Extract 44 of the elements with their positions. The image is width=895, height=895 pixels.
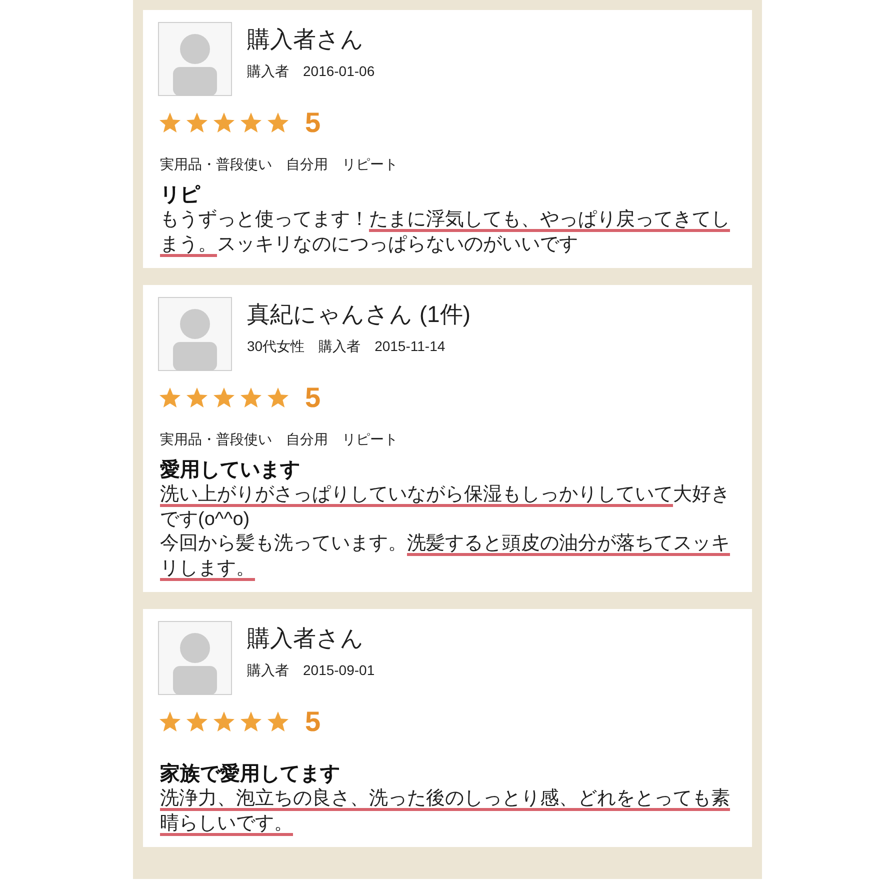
review-text: もうずっと使ってます！たまに浮気しても、やっぱり戻ってきてしまう。スッキリなのにつっぱらないのがいいです: [159, 208, 731, 256]
review-title: 家族で愛用してます: [159, 762, 341, 787]
star-icon: [266, 386, 290, 410]
star-icon: [239, 386, 263, 410]
review-meta-text: 2015-11-14: [374, 337, 446, 356]
review-title: リピ: [159, 183, 202, 208]
usage-label: リピート: [342, 430, 398, 449]
review-text: 洗い上がりがさっぱりしていながら保湿もしっかりしていて大好きです(o^^o): [159, 483, 731, 532]
usage-label: 自分用: [286, 430, 328, 449]
review-meta-text: 購入者: [247, 661, 289, 680]
avatar-silhouette-icon: [158, 297, 232, 371]
review-title: 愛用しています: [159, 458, 301, 483]
star-icon: [185, 710, 209, 734]
avatar-silhouette-icon: [158, 22, 232, 96]
rating-score: 5: [305, 384, 321, 412]
star-icon: [185, 111, 209, 135]
usage-label: 自分用: [286, 155, 328, 174]
review-text: 洗浄力、泡立ちの良さ、洗った後のしっとり感、どれをとっても素晴らしいです。: [159, 787, 731, 836]
review-meta-text: 購入者: [247, 62, 289, 81]
star-icon: [266, 111, 290, 135]
star-icon: [185, 386, 209, 410]
star-icon: [239, 710, 263, 734]
usage-label: リピート: [342, 155, 398, 174]
star-icon: [212, 111, 236, 135]
star-icon: [212, 386, 236, 410]
rating-score: 5: [305, 708, 321, 736]
star-icon: [239, 111, 263, 135]
review-text: 今回から髪も洗っています。洗髪すると頭皮の油分が落ちてスッキリします。: [159, 532, 731, 580]
usage-label: 実用品・普段使い: [160, 430, 272, 449]
review-meta-text: 購入者: [318, 337, 361, 356]
reviewer-name: 購入者さん: [247, 624, 365, 653]
star-icon: [266, 710, 290, 734]
star-icon: [158, 386, 182, 410]
avatar-silhouette-icon: [158, 621, 232, 695]
review-meta-text: 2015-09-01: [303, 661, 375, 680]
rating-score: 5: [305, 109, 321, 137]
reviewer-name: 真紀にゃんさん (1件): [247, 300, 470, 329]
review-meta-text: 2016-01-06: [303, 62, 375, 81]
reviewer-name: 購入者さん: [247, 25, 365, 54]
star-icon: [158, 710, 182, 734]
usage-label: 実用品・普段使い: [160, 155, 272, 174]
star-icon: [158, 111, 182, 135]
star-icon: [212, 710, 236, 734]
review-meta-text: 30代女性: [247, 337, 305, 356]
